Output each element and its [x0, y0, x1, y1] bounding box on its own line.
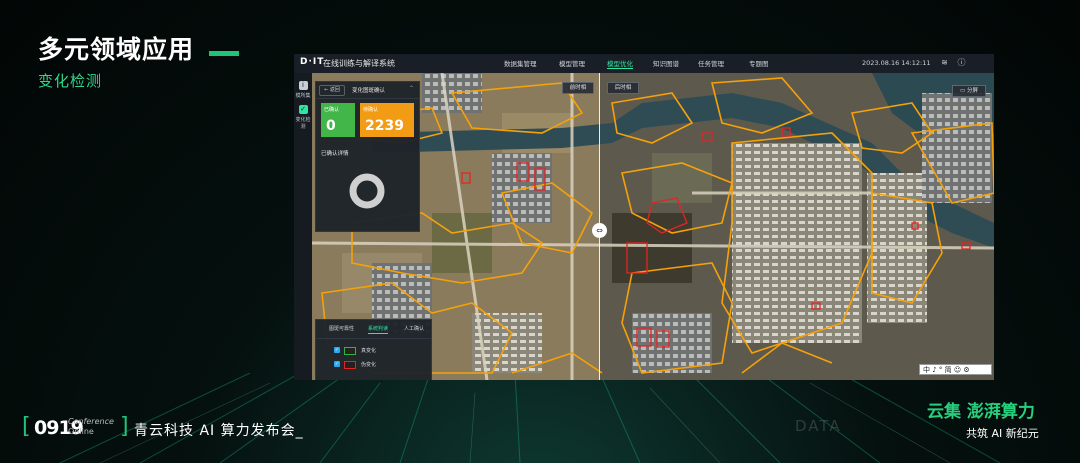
- pending-count: 2239: [365, 118, 404, 134]
- panel-header: ← 返回 变化图斑确认 ⌃: [316, 82, 419, 99]
- confirmed-detail-title: 已确认详情: [321, 151, 349, 157]
- background-streaks: [59, 373, 1001, 463]
- legend-panel: 图斑可靠性 系统判读 人工确认 ✓ 真变化 ✓ 伪变化: [315, 319, 432, 380]
- conference-word: Conference: [68, 417, 114, 426]
- pending-card[interactable]: 待确认 2239: [360, 103, 414, 137]
- nav-model[interactable]: 模型管理: [559, 58, 585, 68]
- pending-label: 待确认: [363, 107, 379, 113]
- info-icon: i: [298, 81, 308, 90]
- nav-thematic-map[interactable]: 专题图: [749, 58, 769, 68]
- left-sidebar: i 模所集 ✓ 变化检测: [294, 73, 313, 380]
- back-label: 返回: [329, 87, 340, 93]
- change-detect-icon: ✓: [298, 105, 308, 114]
- tab-manual-confirm[interactable]: 人工确认: [404, 325, 424, 332]
- sidebar-item-label: 模所集: [295, 93, 311, 99]
- confirmed-donut-chart: [349, 173, 385, 209]
- collapse-icon[interactable]: ⌃: [409, 85, 414, 92]
- nav-model-optimize[interactable]: 模型优化: [607, 58, 633, 69]
- tab-system-interpretation[interactable]: 系统判读: [368, 325, 389, 334]
- layers-icon[interactable]: ≋: [940, 58, 949, 67]
- slide-title: 多元领域应用: [38, 35, 195, 64]
- true-change-swatch: [344, 347, 356, 355]
- online-word: Online: [68, 427, 94, 436]
- checkbox-icon[interactable]: ✓: [334, 347, 340, 353]
- tab-reliability[interactable]: 图斑可靠性: [329, 325, 354, 332]
- before-time-button[interactable]: 前时相: [562, 82, 594, 94]
- back-button[interactable]: ← 返回: [319, 85, 345, 96]
- bracket-left: [: [22, 414, 31, 439]
- ime-toolbar[interactable]: 中 ♪ ° 简 ☺ ⚙: [919, 364, 992, 375]
- confirmed-label: 已确认: [324, 107, 340, 113]
- info-icon[interactable]: ⓘ: [957, 58, 966, 67]
- app-window: D·IT 在线训练与解译系统 数据集管理 模型管理 模型优化 知识图谱 任务管理…: [294, 54, 994, 380]
- sidebar-item-label: 变化检测: [295, 117, 311, 130]
- legend-label: 真变化: [361, 348, 377, 354]
- sidebar-item-model-set[interactable]: i 模所集: [294, 81, 312, 99]
- sidebar-item-change-detection[interactable]: ✓ 变化检测: [294, 105, 312, 130]
- datetime: 2023.08.16 14:12:11: [862, 59, 931, 67]
- legend-label: 伪变化: [361, 362, 377, 368]
- panel-title: 变化图斑确认: [352, 88, 386, 94]
- top-bar: D·IT 在线训练与解译系统 数据集管理 模型管理 模型优化 知识图谱 任务管理…: [294, 54, 994, 74]
- confirmed-count: 0: [326, 118, 336, 134]
- event-title: 青云科技 AI 算力发布会_: [134, 423, 304, 439]
- app-name: 在线训练与解译系统: [323, 59, 395, 68]
- nav-task[interactable]: 任务管理: [698, 58, 724, 68]
- split-screen-button[interactable]: ▭ 分屏: [952, 85, 986, 97]
- slide-subtitle: 变化检测: [38, 72, 103, 90]
- title-accent-bar: [209, 51, 239, 56]
- confirmed-card[interactable]: 已确认 0: [321, 103, 355, 137]
- nav-dataset[interactable]: 数据集管理: [504, 58, 537, 68]
- checkbox-icon[interactable]: ✓: [334, 361, 340, 367]
- split-drag-handle[interactable]: ⇔: [592, 223, 607, 238]
- change-confirm-panel: ← 返回 变化图斑确认 ⌃ 已确认 0 待确认 2239 已确认详情: [315, 81, 420, 232]
- false-change-swatch: [344, 361, 356, 369]
- nav-knowledge-graph[interactable]: 知识图谱: [653, 58, 679, 68]
- brand-slogan: 云集 澎湃算力: [927, 402, 1035, 422]
- app-logo: D·IT: [300, 57, 325, 67]
- after-time-button[interactable]: 后时相: [607, 82, 639, 94]
- tab-divider: [316, 338, 431, 339]
- bracket-right: ]: [120, 414, 129, 439]
- split-screen-label: 分屏: [966, 88, 978, 94]
- ghost-watermark: DATA: [795, 417, 842, 435]
- brand-subslogan: 共筑 AI 新纪元: [966, 427, 1039, 440]
